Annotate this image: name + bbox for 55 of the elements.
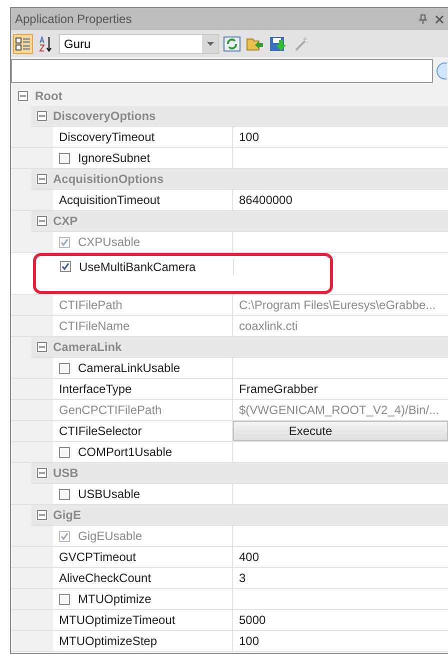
property-value[interactable]: 5000 <box>233 610 448 630</box>
collapse-icon[interactable] <box>37 174 47 184</box>
property-value[interactable]: 400 <box>233 547 448 567</box>
property-label: USBUsable <box>78 487 140 501</box>
property-value[interactable]: FrameGrabber <box>233 379 448 399</box>
window-title: Application Properties <box>15 12 132 26</box>
category-label: Root <box>35 88 62 104</box>
property-label: CameraLinkUsable <box>78 361 180 375</box>
checkbox[interactable] <box>59 152 70 164</box>
execute-button[interactable]: Execute <box>233 421 448 441</box>
property-name: InterfaceType <box>53 379 233 399</box>
property-label: COMPort1Usable <box>78 445 172 459</box>
collapse-icon[interactable] <box>37 468 47 478</box>
pin-icon[interactable] <box>419 14 427 24</box>
property-name: AliveCheckCount <box>53 568 233 588</box>
property-name: MTUOptimizeTimeout <box>53 610 233 630</box>
property-value[interactable]: 100 <box>233 127 448 147</box>
category-label: USB <box>53 465 78 482</box>
property-name: CTIFilePath <box>53 295 233 315</box>
refresh-button[interactable] <box>222 34 242 54</box>
category-label: AcquisitionOptions <box>53 171 164 188</box>
category-label: CameraLink <box>53 339 122 356</box>
property-label: MTUOptimize <box>78 592 152 606</box>
checkbox[interactable] <box>60 261 71 272</box>
close-icon[interactable] <box>435 14 444 24</box>
property-name: CTIFileName <box>53 316 233 336</box>
property-value[interactable]: 100 <box>233 631 448 651</box>
property-name: DiscoveryTimeout <box>53 127 233 147</box>
category-label: DiscoveryOptions <box>53 108 156 125</box>
checkbox[interactable] <box>59 488 70 500</box>
property-value[interactable]: 3 <box>233 568 448 588</box>
collapse-icon[interactable] <box>37 510 47 520</box>
collapse-icon[interactable] <box>18 90 28 100</box>
property-name: MTUOptimizeStep <box>53 631 233 651</box>
categorized-view-button[interactable] <box>13 34 33 54</box>
caret-icon <box>206 42 214 46</box>
property-label: IgnoreSubnet <box>78 151 150 165</box>
checkbox[interactable] <box>59 446 70 458</box>
property-name: AcquisitionTimeout <box>53 190 233 210</box>
property-label: CXPUsable <box>78 235 140 249</box>
property-name: CTIFileSelector <box>53 421 233 441</box>
property-label: UseMultiBankCamera <box>79 260 196 274</box>
property-value[interactable]: 86400000 <box>233 190 448 210</box>
collapse-icon[interactable] <box>37 111 47 121</box>
property-name: GenCPCTIFilePath <box>53 400 233 420</box>
search-field[interactable] <box>11 59 433 83</box>
property-name: GVCPTimeout <box>53 547 233 567</box>
property-label: GigEUsable <box>78 529 142 543</box>
collapse-icon[interactable] <box>37 342 47 352</box>
checkbox[interactable] <box>59 594 70 604</box>
view-mode-dropdown[interactable]: Guru <box>59 34 219 54</box>
checkbox[interactable] <box>59 362 70 374</box>
collapse-icon[interactable] <box>37 216 47 226</box>
category-label: CXP <box>53 213 78 230</box>
category-label: GigE <box>53 507 82 524</box>
